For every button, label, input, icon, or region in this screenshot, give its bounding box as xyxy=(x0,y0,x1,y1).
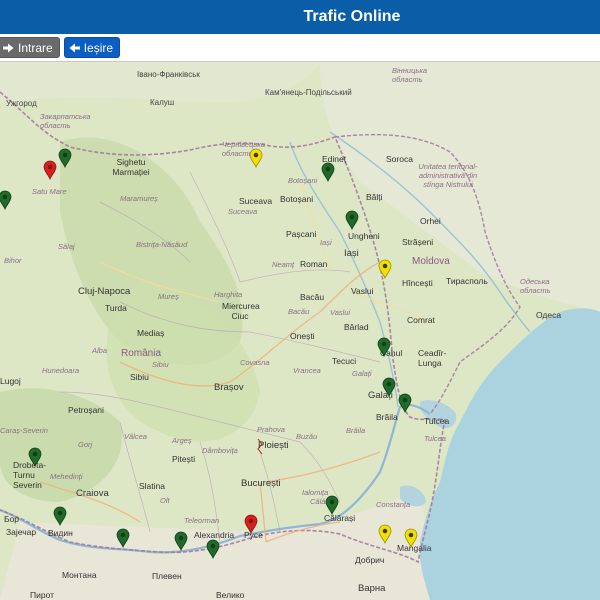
logout-label: Ieșire xyxy=(83,40,114,55)
traffic-marker-green[interactable] xyxy=(0,190,12,210)
traffic-marker-green[interactable] xyxy=(206,539,220,559)
traffic-marker-yellow[interactable] xyxy=(378,524,392,544)
traffic-marker-green[interactable] xyxy=(398,393,412,413)
login-arrow-icon xyxy=(3,43,14,53)
traffic-marker-yellow[interactable] xyxy=(404,528,418,548)
toolbar: Intrare Ieșire xyxy=(0,34,600,62)
traffic-map[interactable]: Івано-Франківськ Ужгород Калуш Кам'янець… xyxy=(0,62,600,600)
traffic-marker-green[interactable] xyxy=(116,528,130,548)
app-window: Trafic Online Intrare Ieșire Івано-Франк… xyxy=(0,0,600,600)
traffic-marker-green[interactable] xyxy=(58,148,72,168)
traffic-marker-green[interactable] xyxy=(377,337,391,357)
traffic-marker-green[interactable] xyxy=(28,447,42,467)
traffic-marker-red[interactable] xyxy=(244,514,258,534)
traffic-marker-red[interactable] xyxy=(43,160,57,180)
traffic-marker-green[interactable] xyxy=(174,531,188,551)
traffic-marker-green[interactable] xyxy=(382,377,396,397)
logout-button[interactable]: Ieșire xyxy=(63,37,121,58)
logout-arrow-icon xyxy=(69,43,80,53)
app-title: Trafic Online xyxy=(303,8,401,25)
title-bar: Trafic Online xyxy=(0,0,600,34)
traffic-marker-yellow[interactable] xyxy=(378,259,392,279)
login-button[interactable]: Intrare xyxy=(0,37,60,58)
traffic-marker-green[interactable] xyxy=(345,210,359,230)
traffic-marker-green[interactable] xyxy=(325,495,339,515)
login-label: Intrare xyxy=(18,40,53,55)
traffic-marker-green[interactable] xyxy=(53,506,67,526)
traffic-marker-green[interactable] xyxy=(321,162,335,182)
map-base xyxy=(0,62,600,600)
traffic-marker-yellow[interactable] xyxy=(249,148,263,168)
